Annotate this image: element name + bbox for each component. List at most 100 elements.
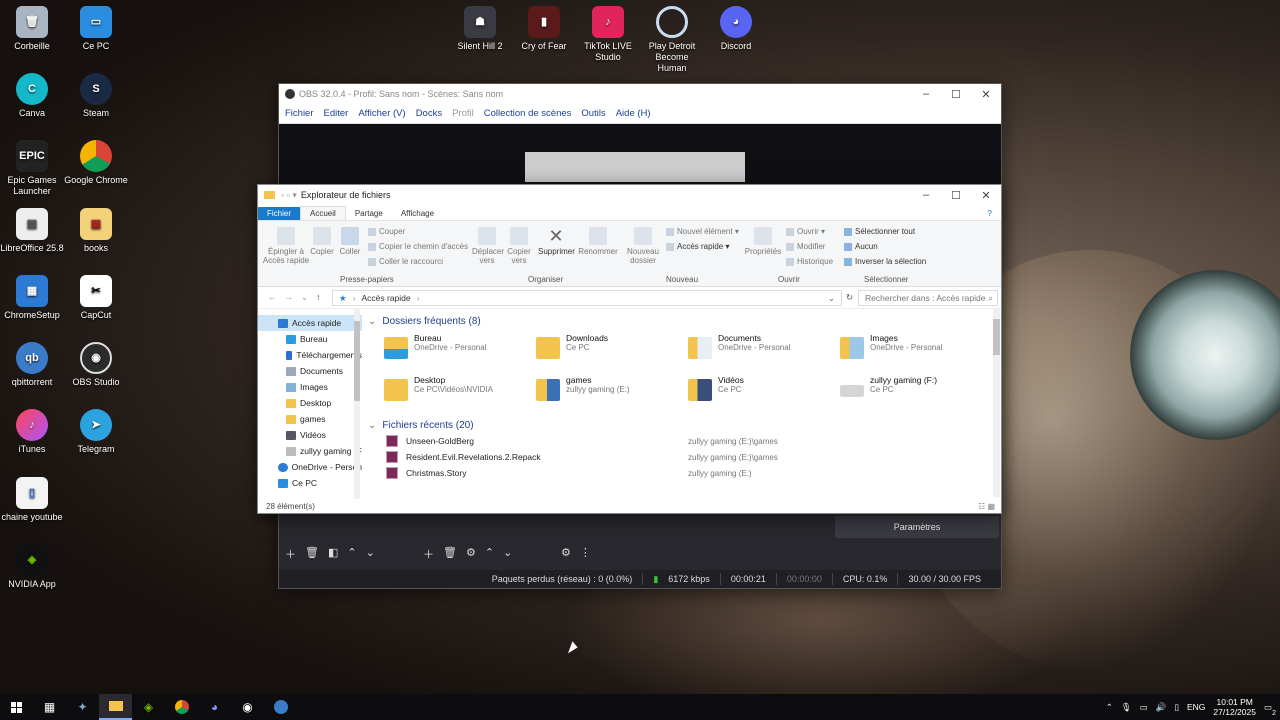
- paste-shortcut-button[interactable]: Coller le raccourci: [368, 257, 443, 266]
- up-icon[interactable]: ↑: [316, 292, 320, 303]
- recent-header[interactable]: ⌄ Fichiers récents (20): [368, 417, 998, 433]
- frequent-header[interactable]: ⌄ Dossiers fréquents (8): [368, 313, 998, 329]
- content-scrollbar[interactable]: [993, 309, 1000, 497]
- taskbar-obs[interactable]: ◉: [231, 694, 264, 720]
- nav-item-desktop[interactable]: Desktop: [258, 395, 362, 411]
- new-item-button[interactable]: Nouvel élément ▾: [666, 227, 739, 236]
- nav-scrollbar[interactable]: [354, 309, 360, 499]
- folder-item[interactable]: zullyy gaming (F:) Ce PC: [840, 375, 992, 411]
- select-none-button[interactable]: Aucun: [844, 242, 878, 251]
- taskbar-chrome[interactable]: [165, 694, 198, 720]
- folder-item[interactable]: Bureau OneDrive - Personal: [384, 333, 536, 369]
- add-icon[interactable]: ＋: [423, 546, 434, 562]
- taskbar-qbittorrent[interactable]: [264, 694, 297, 720]
- list-item[interactable]: Christmas.Story zullyy gaming (E:): [368, 465, 998, 481]
- desktop-icon-corbeille[interactable]: 🗑 Corbeille: [0, 6, 64, 52]
- menu-collection-scenes[interactable]: Collection de scènes: [484, 108, 572, 119]
- nav-scroll-thumb[interactable]: [354, 321, 360, 401]
- volume-icon[interactable]: 🔊: [1156, 702, 1167, 713]
- tab-fichier[interactable]: Fichier: [258, 207, 301, 220]
- maximize-icon[interactable]: ☐: [941, 189, 971, 202]
- mixer-gear-icon[interactable]: ⚙: [561, 546, 571, 559]
- easy-access-button[interactable]: Accès rapide ▾: [666, 242, 730, 251]
- menu-fichier[interactable]: Fichier: [285, 108, 314, 119]
- tab-partage[interactable]: Partage: [346, 207, 392, 220]
- notification-button[interactable]: ▭ 2: [1264, 702, 1276, 717]
- nav-item-onedrive[interactable]: OneDrive - Person: [258, 459, 362, 475]
- tab-affichage[interactable]: Affichage: [392, 207, 443, 220]
- copy-to-button[interactable]: Copier vers: [504, 227, 534, 265]
- back-icon[interactable]: ←: [268, 292, 277, 303]
- desktop-icon-detroit[interactable]: Play Detroit Become Human: [640, 6, 704, 74]
- network-icon[interactable]: ▭: [1140, 702, 1148, 713]
- dropdown-icon[interactable]: ⌄: [828, 293, 835, 304]
- recent-locations-icon[interactable]: ⌄: [301, 292, 308, 303]
- new-folder-button[interactable]: Nouveau dossier: [624, 227, 662, 265]
- battery-icon[interactable]: ▯: [1174, 702, 1179, 713]
- invert-selection-button[interactable]: Inverser la sélection: [844, 257, 926, 266]
- desktop-icon-silent-hill[interactable]: ☗ Silent Hill 2: [448, 6, 512, 52]
- nav-item-videos[interactable]: Vidéos: [258, 427, 362, 443]
- gear-icon[interactable]: ⚙: [466, 546, 476, 562]
- folder-item[interactable]: games zullyy gaming (E:): [536, 375, 688, 411]
- help-icon[interactable]: ?: [979, 207, 1001, 220]
- desktop-icon-ce-pc[interactable]: ▭ Ce PC: [64, 6, 128, 52]
- start-button[interactable]: [0, 694, 33, 720]
- edit-button[interactable]: Modifier: [786, 242, 825, 251]
- menu-profil[interactable]: Profil: [452, 108, 474, 119]
- nav-item-zullyy-gaming[interactable]: zullyy gaming (F: [258, 443, 362, 459]
- desktop-icon-chromesetup[interactable]: ▦ ChromeSetup: [0, 275, 64, 321]
- obs-preview[interactable]: [279, 124, 1001, 184]
- chevron-up-icon[interactable]: ⌃: [1106, 702, 1113, 713]
- filter-icon[interactable]: ◧: [328, 546, 338, 562]
- desktop-icon-discord[interactable]: ◕ Discord: [704, 6, 768, 52]
- desktop-icon-nvidia[interactable]: ◈ NVIDIA App: [0, 544, 64, 590]
- up-icon[interactable]: ⌃: [347, 546, 356, 562]
- nav-item-bureau[interactable]: Bureau: [258, 331, 362, 347]
- microphone-icon[interactable]: 🎙: [1121, 702, 1132, 713]
- settings-button[interactable]: Paramètres: [835, 516, 999, 538]
- qat-icon[interactable]: ▫ ▫ ▾: [281, 190, 297, 201]
- nav-item-telechargements[interactable]: Téléchargements: [258, 347, 362, 363]
- nav-item-acces-rapide[interactable]: Accès rapide: [258, 315, 362, 331]
- cut-button[interactable]: Couper: [368, 227, 405, 236]
- taskbar-nvidia[interactable]: ◈: [132, 694, 165, 720]
- address-box[interactable]: ★ › Accès rapide › ⌄: [332, 290, 842, 306]
- explorer-titlebar[interactable]: ▫ ▫ ▾ Explorateur de fichiers – ☐ ✕: [258, 185, 1001, 205]
- desktop-icon-qbittorrent[interactable]: qb qbittorrent: [0, 342, 64, 388]
- history-button[interactable]: Historique: [786, 257, 833, 266]
- desktop-icon-itunes[interactable]: ♪ iTunes: [0, 409, 64, 455]
- desktop-icon-canva[interactable]: C Canva: [0, 73, 64, 119]
- menu-docks[interactable]: Docks: [416, 108, 442, 119]
- desktop-icon-epic[interactable]: EPIC Epic Games Launcher: [0, 140, 64, 197]
- list-item[interactable]: Resident.Evil.Revelations.2.Repack zullyy…: [368, 449, 998, 465]
- desktop-icon-libreoffice[interactable]: ▤ LibreOffice 25.8: [0, 208, 64, 254]
- view-toggle-icon[interactable]: ☷ ▦: [978, 502, 995, 511]
- list-item[interactable]: Unseen-GoldBerg zullyy gaming (E:)\games: [368, 433, 998, 449]
- content-scroll-thumb[interactable]: [993, 319, 1000, 355]
- nav-item-ce-pc[interactable]: Ce PC: [258, 475, 362, 491]
- folder-item[interactable]: Downloads Ce PC: [536, 333, 688, 369]
- close-icon[interactable]: ✕: [971, 88, 1001, 101]
- forward-icon[interactable]: →: [285, 292, 294, 303]
- copy-path-button[interactable]: Copier le chemin d'accès: [368, 242, 468, 251]
- explorer-window[interactable]: ▫ ▫ ▾ Explorateur de fichiers – ☐ ✕ Fichie…: [257, 184, 1002, 514]
- trash-icon[interactable]: 🗑: [443, 546, 457, 562]
- minimize-icon[interactable]: –: [911, 189, 941, 202]
- delete-button[interactable]: ✕ Supprimer: [538, 227, 575, 256]
- trash-icon[interactable]: 🗑: [305, 546, 319, 562]
- copy-button[interactable]: Copier: [310, 227, 334, 256]
- properties-button[interactable]: Propriétés: [744, 227, 782, 256]
- taskbar-explorer[interactable]: [99, 694, 132, 720]
- desktop-icon-cry-of-fear[interactable]: ▮ Cry of Fear: [512, 6, 576, 52]
- rename-button[interactable]: Renommer: [578, 227, 618, 256]
- up-icon[interactable]: ⌃: [485, 546, 494, 562]
- folder-item[interactable]: Images OneDrive - Personal: [840, 333, 992, 369]
- folder-item[interactable]: Desktop Ce PC\Vidéos\NVIDIA: [384, 375, 536, 411]
- move-to-button[interactable]: Déplacer vers: [472, 227, 504, 265]
- add-icon[interactable]: ＋: [285, 546, 296, 562]
- open-button[interactable]: Ouvrir ▾: [786, 227, 825, 236]
- menu-aide[interactable]: Aide (H): [616, 108, 651, 119]
- nav-item-images[interactable]: Images: [258, 379, 362, 395]
- down-icon[interactable]: ⌄: [366, 546, 375, 562]
